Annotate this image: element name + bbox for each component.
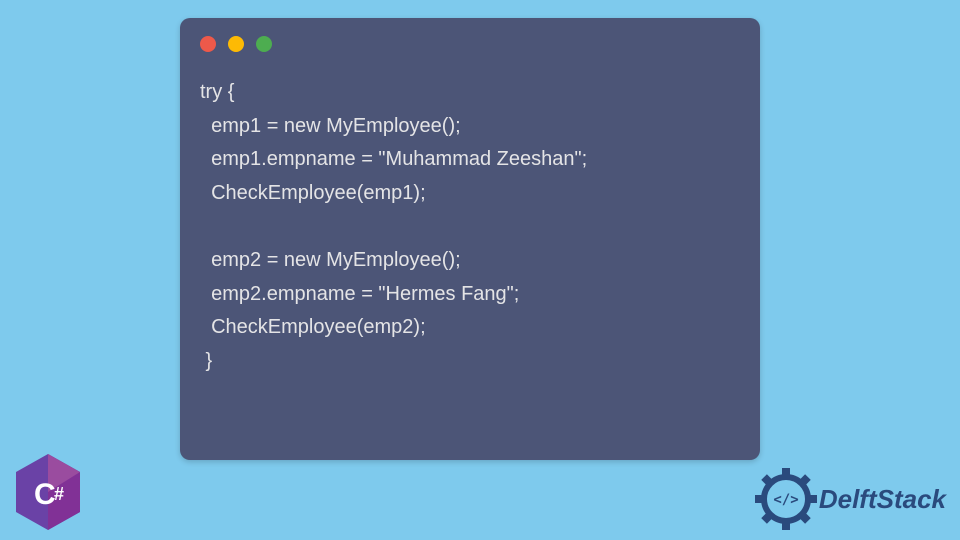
- code-line: emp2.empname = "Hermes Fang";: [200, 283, 519, 305]
- close-dot-icon: [200, 36, 216, 52]
- minimize-dot-icon: [228, 36, 244, 52]
- code-line: CheckEmployee(emp2);: [200, 316, 426, 338]
- svg-text:C: C: [34, 478, 56, 511]
- delftstack-brand-text: DelftStack: [819, 484, 946, 515]
- delftstack-gear-icon: </>: [755, 468, 817, 530]
- window-controls: [180, 18, 760, 62]
- code-content: try { emp1 = new MyEmployee(); emp1.empn…: [180, 62, 760, 396]
- svg-text:</>: </>: [773, 492, 798, 508]
- maximize-dot-icon: [256, 36, 272, 52]
- code-line: emp1.empname = "Muhammad Zeeshan";: [200, 148, 587, 170]
- code-line: CheckEmployee(emp1);: [200, 182, 426, 204]
- code-line: }: [200, 350, 212, 372]
- code-line: emp2 = new MyEmployee();: [200, 249, 461, 271]
- code-line: emp1 = new MyEmployee();: [200, 115, 461, 137]
- code-line: try {: [200, 81, 234, 103]
- delftstack-logo: </> DelftStack: [755, 468, 946, 530]
- code-window: try { emp1 = new MyEmployee(); emp1.empn…: [180, 18, 760, 460]
- csharp-hash: #: [54, 484, 64, 504]
- csharp-badge-icon: C #: [12, 452, 84, 532]
